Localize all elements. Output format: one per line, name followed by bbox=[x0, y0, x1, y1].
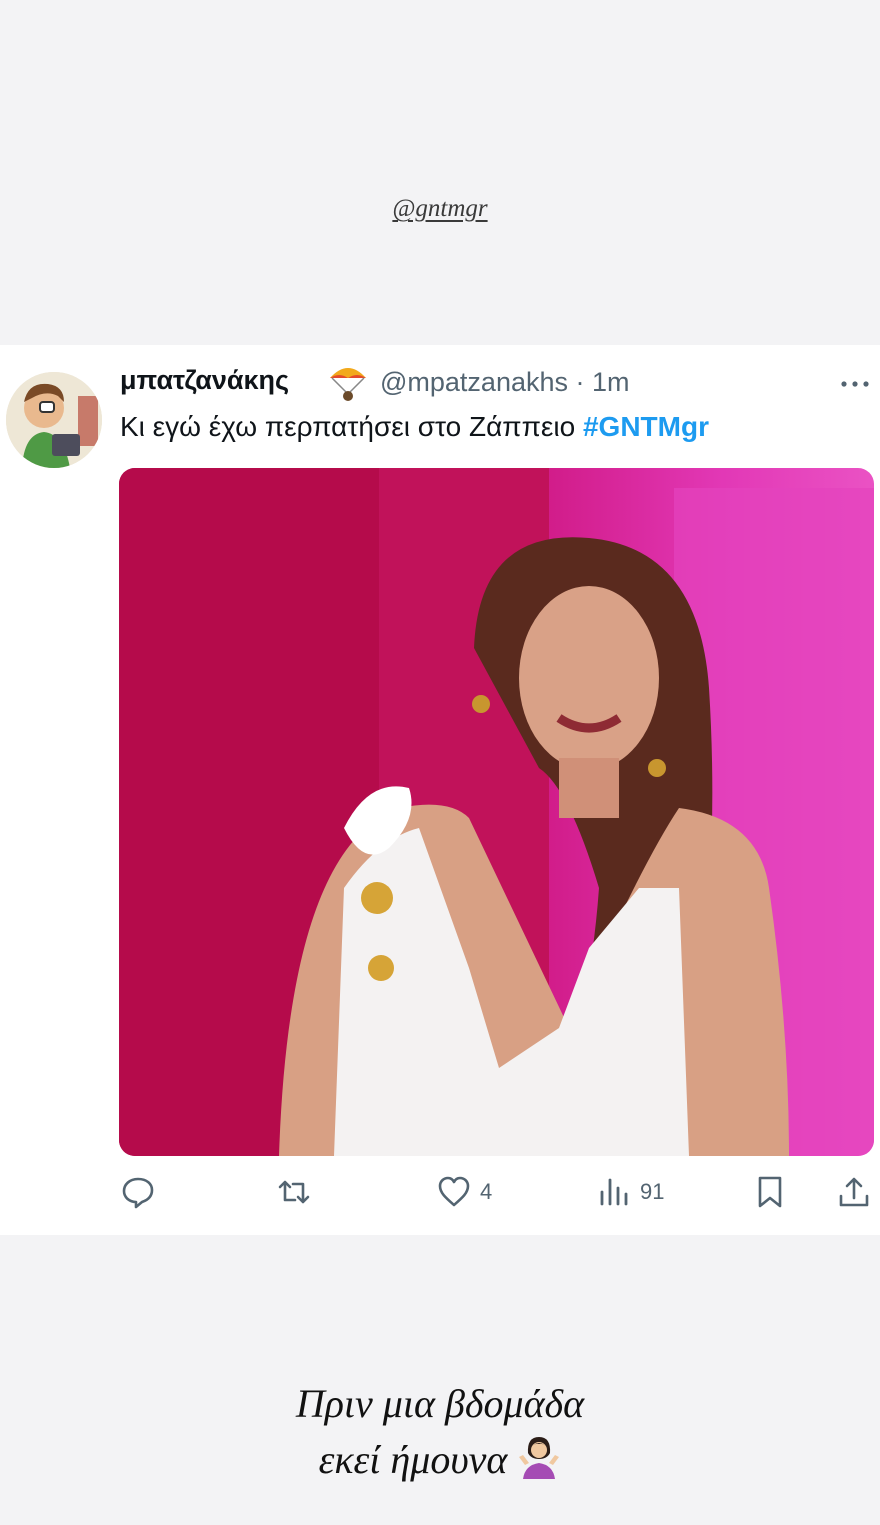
tweet-text: Κι εγώ έχω περπατήσει στο Ζάππειο #GNTMg… bbox=[120, 411, 709, 443]
like-count: 4 bbox=[480, 1179, 493, 1204]
story-mention[interactable]: @gntmgr bbox=[0, 195, 880, 223]
tweet-body: Κι εγώ έχω περπατήσει στο Ζάππειο bbox=[120, 411, 583, 442]
tweet-actions: 4 91 bbox=[0, 1170, 880, 1220]
views-chart-icon bbox=[600, 1178, 628, 1206]
mention-link[interactable]: @gntmgr bbox=[392, 195, 487, 222]
parachute-icon bbox=[330, 368, 366, 401]
person-shrugging-icon bbox=[519, 1437, 560, 1479]
reply-button[interactable] bbox=[120, 1170, 164, 1214]
share-button[interactable] bbox=[836, 1170, 872, 1214]
caption-line-2-wrap: εκεί ήμουνα bbox=[0, 1432, 880, 1488]
media-illustration bbox=[119, 468, 874, 1156]
tweet-media-image[interactable] bbox=[119, 468, 874, 1156]
views-button[interactable]: 91 bbox=[596, 1170, 664, 1214]
share-icon bbox=[839, 1177, 869, 1207]
hashtag-link[interactable]: #GNTMgr bbox=[583, 411, 709, 442]
more-options-icon[interactable] bbox=[838, 370, 872, 398]
author-name[interactable]: μπατζανάκης bbox=[120, 365, 289, 396]
retweet-button[interactable] bbox=[276, 1170, 320, 1214]
heart-icon bbox=[438, 1176, 470, 1207]
author-handle-time[interactable]: @mpatzanakhs · 1m bbox=[380, 367, 630, 398]
caption-line-2: εκεί ήμουνα bbox=[318, 1437, 508, 1482]
like-button[interactable]: 4 bbox=[436, 1170, 492, 1214]
bookmark-button[interactable] bbox=[752, 1170, 788, 1214]
views-count: 91 bbox=[640, 1179, 665, 1204]
reply-icon bbox=[122, 1177, 154, 1209]
story-caption: Πριν μια βδομάδα εκεί ήμουνα bbox=[0, 1376, 880, 1488]
retweet-icon bbox=[278, 1180, 310, 1204]
caption-line-1: Πριν μια βδομάδα bbox=[295, 1381, 585, 1426]
bookmark-icon bbox=[758, 1176, 782, 1208]
avatar[interactable] bbox=[6, 372, 102, 468]
